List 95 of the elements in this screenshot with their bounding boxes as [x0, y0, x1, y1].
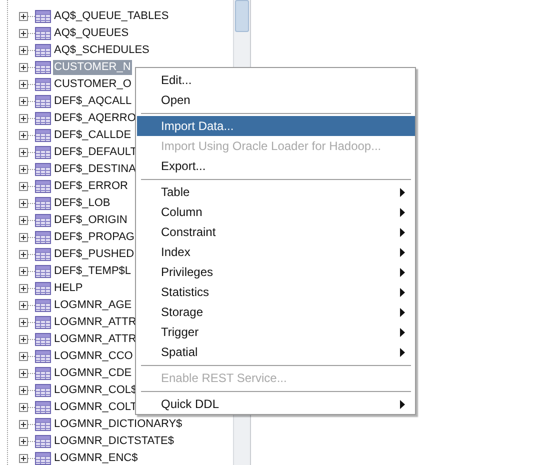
tree-item[interactable]: CUSTOMER_O [53, 77, 132, 92]
expand-icon[interactable] [19, 335, 28, 344]
menu-item[interactable]: Statistics [137, 282, 415, 302]
tree-item[interactable]: DEF$_TEMP$L [53, 264, 132, 279]
tree-item[interactable]: LOGMNR_COL$ [53, 383, 138, 398]
expand-icon[interactable] [19, 369, 28, 378]
tree-item[interactable]: DEF$_PUSHED [53, 247, 136, 262]
table-icon [35, 214, 51, 227]
expand-icon[interactable] [19, 233, 28, 242]
menu-item[interactable]: Column [137, 202, 415, 222]
table-icon [35, 78, 51, 91]
table-icon [35, 401, 51, 414]
expand-icon[interactable] [19, 97, 28, 106]
tree-item[interactable]: AQ$_SCHEDULES [53, 43, 150, 58]
tree-item[interactable]: DEF$_LOB [53, 196, 112, 211]
expand-icon[interactable] [19, 386, 28, 395]
expand-icon[interactable] [19, 420, 28, 429]
table-icon [35, 27, 51, 40]
tree-item[interactable]: HELP [53, 281, 84, 296]
tree-item[interactable]: LOGMNR_ATTR [53, 315, 138, 330]
tree-item[interactable]: DEF$_PROPAG [53, 230, 136, 245]
tree-item[interactable]: LOGMNR_ENC$ [53, 451, 139, 465]
expand-icon[interactable] [19, 12, 28, 21]
table-icon [35, 231, 51, 244]
menu-item[interactable]: Privileges [137, 262, 415, 282]
table-icon [35, 418, 51, 431]
menu-item[interactable]: Storage [137, 302, 415, 322]
tree-item[interactable]: LOGMNR_CDE [53, 366, 133, 381]
tree-item[interactable]: DEF$_AQCALL [53, 94, 133, 109]
expand-icon[interactable] [19, 46, 28, 55]
table-icon [35, 384, 51, 397]
tree-item[interactable]: LOGMNR_DICTIONARY$ [53, 417, 184, 432]
tree-item[interactable]: AQ$_QUEUES [53, 26, 130, 41]
expand-icon[interactable] [19, 148, 28, 157]
menu-item[interactable]: Open [137, 90, 415, 110]
table-icon [35, 112, 51, 125]
expand-icon[interactable] [19, 131, 28, 140]
menu-item[interactable]: Quick DDL [137, 394, 415, 414]
expand-icon[interactable] [19, 63, 28, 72]
expand-icon[interactable] [19, 250, 28, 259]
menu-item[interactable]: Import Data... [137, 116, 415, 136]
expand-icon[interactable] [19, 216, 28, 225]
tree-item[interactable]: LOGMNR_COLT [53, 400, 138, 415]
table-icon [35, 61, 51, 74]
menu-item[interactable]: Edit... [137, 70, 415, 90]
table-icon [35, 265, 51, 278]
expand-icon[interactable] [19, 199, 28, 208]
table-icon [35, 350, 51, 363]
tree-item[interactable]: DEF$_ERROR [53, 179, 129, 194]
table-icon [35, 163, 51, 176]
table-icon [35, 180, 51, 193]
tree-item[interactable]: AQ$_QUEUE_TABLES [53, 9, 170, 24]
expand-icon[interactable] [19, 267, 28, 276]
expand-icon[interactable] [19, 352, 28, 361]
tree-item[interactable]: DEF$_ORIGIN [53, 213, 128, 228]
tree-item[interactable]: DEF$_CALLDE [53, 128, 132, 143]
table-icon [35, 282, 51, 295]
expand-icon[interactable] [19, 80, 28, 89]
scrollbar-thumb[interactable] [235, 0, 249, 32]
table-icon [35, 333, 51, 346]
table-icon [35, 316, 51, 329]
table-icon [35, 197, 51, 210]
table-icon [35, 146, 51, 159]
table-icon [35, 367, 51, 380]
expand-icon[interactable] [19, 437, 28, 446]
menu-item[interactable]: Constraint [137, 222, 415, 242]
expand-icon[interactable] [19, 165, 28, 174]
expand-icon[interactable] [19, 29, 28, 38]
tree-item[interactable]: LOGMNR_DICTSTATE$ [53, 434, 175, 449]
expand-icon[interactable] [19, 403, 28, 412]
expand-icon[interactable] [19, 318, 28, 327]
expand-icon[interactable] [19, 114, 28, 123]
menu-item[interactable]: Trigger [137, 322, 415, 342]
menu-item[interactable]: Table [137, 182, 415, 202]
expand-icon[interactable] [19, 301, 28, 310]
expand-icon[interactable] [19, 284, 28, 293]
table-icon [35, 452, 51, 465]
menu-item[interactable]: Spatial [137, 342, 415, 362]
table-icon [35, 435, 51, 448]
table-icon [35, 129, 51, 142]
table-icon [35, 299, 51, 312]
tree-item[interactable]: DEF$_DEFAULT [53, 145, 138, 160]
expand-icon[interactable] [19, 182, 28, 191]
menu-item[interactable]: Index [137, 242, 415, 262]
tree-item[interactable]: DEF$_AQERRO [53, 111, 137, 126]
tree-item[interactable]: LOGMNR_AGE [53, 298, 133, 313]
table-icon [35, 44, 51, 57]
tree-item[interactable]: DEF$_DESTINA [53, 162, 137, 177]
table-icon [35, 95, 51, 108]
table-icon [35, 10, 51, 23]
table-icon [35, 248, 51, 261]
expand-icon[interactable] [19, 454, 28, 463]
tree-item[interactable]: LOGMNR_CCO [53, 349, 134, 364]
tree-item[interactable]: LOGMNR_ATTR [53, 332, 138, 347]
menu-item[interactable]: Export... [137, 156, 415, 176]
